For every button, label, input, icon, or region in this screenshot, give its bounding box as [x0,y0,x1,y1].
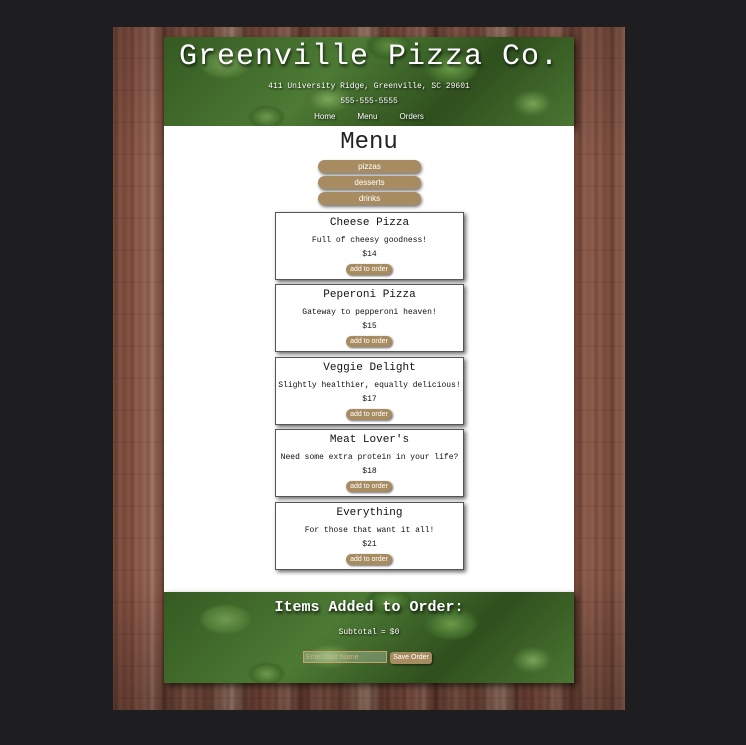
add-to-order-button[interactable]: add to order [346,554,392,565]
menu-item-description: Full of cheesy goodness! [311,236,428,245]
menu-item-description: Need some extra protein in your life? [280,453,459,462]
subtotal-label: Subtotal [338,628,377,637]
last-name-input[interactable] [303,651,387,663]
add-to-order-button[interactable]: add to order [346,336,392,347]
site-header: Greenville Pizza Co. 411 University Ridg… [164,37,574,126]
add-to-order-button[interactable]: add to order [346,481,392,492]
menu-item-name: Everything [336,507,403,519]
menu-item-name: Veggie Delight [323,362,416,374]
menu-item-name: Cheese Pizza [329,217,410,229]
menu-item-price: $15 [362,322,377,331]
save-order-button[interactable]: Save Order [390,652,432,664]
add-to-order-button[interactable]: add to order [346,264,392,275]
nav-menu[interactable]: Menu [357,112,377,121]
order-section: Items Added to Order: Subtotal=$0 Save O… [164,592,574,683]
phone-number: 555-555-5555 [340,97,398,106]
menu-item-card: Cheese Pizza Full of cheesy goodness! $1… [275,212,464,280]
menu-item-price: $21 [362,540,377,549]
menu-item-description: Gateway to pepperoni heaven! [302,308,437,317]
subtotal-value: $0 [389,628,400,637]
add-to-order-button[interactable]: add to order [346,409,392,420]
menu-item-price: $17 [362,395,377,404]
nav-home[interactable]: Home [314,112,335,121]
address-line: 411 University Ridge, Greenville, SC 296… [268,82,470,91]
menu-item-card: Peperoni Pizza Gateway to pepperoni heav… [275,284,464,352]
order-heading: Items Added to Order: [274,599,464,616]
site-title: Greenville Pizza Co. [178,40,560,74]
menu-item-price: $14 [362,250,377,259]
menu-item-description: For those that want it all! [304,526,435,535]
menu-item-name: Meat Lover's [329,434,410,446]
subtotal-equals: = [380,628,386,637]
menu-item-card: Veggie Delight Slightly healthier, equal… [275,357,464,425]
menu-item-name: Peperoni Pizza [323,289,416,301]
menu-item-card: Meat Lover's Need some extra protein in … [275,429,464,497]
page-title: Menu [340,129,398,156]
category-desserts-button[interactable]: desserts [318,176,421,189]
menu-section: Menu pizzas desserts drinks Cheese Pizza… [164,126,574,592]
category-drinks-button[interactable]: drinks [318,192,421,205]
menu-item-price: $18 [362,467,377,476]
category-pizzas-button[interactable]: pizzas [318,160,421,173]
nav-orders[interactable]: Orders [399,112,423,121]
main-nav: Home Menu Orders [164,112,574,121]
menu-item-card: Everything For those that want it all! $… [275,502,464,570]
menu-item-description: Slightly healthier, equally delicious! [278,381,461,390]
subtotal-line: Subtotal = $0 [164,628,574,637]
